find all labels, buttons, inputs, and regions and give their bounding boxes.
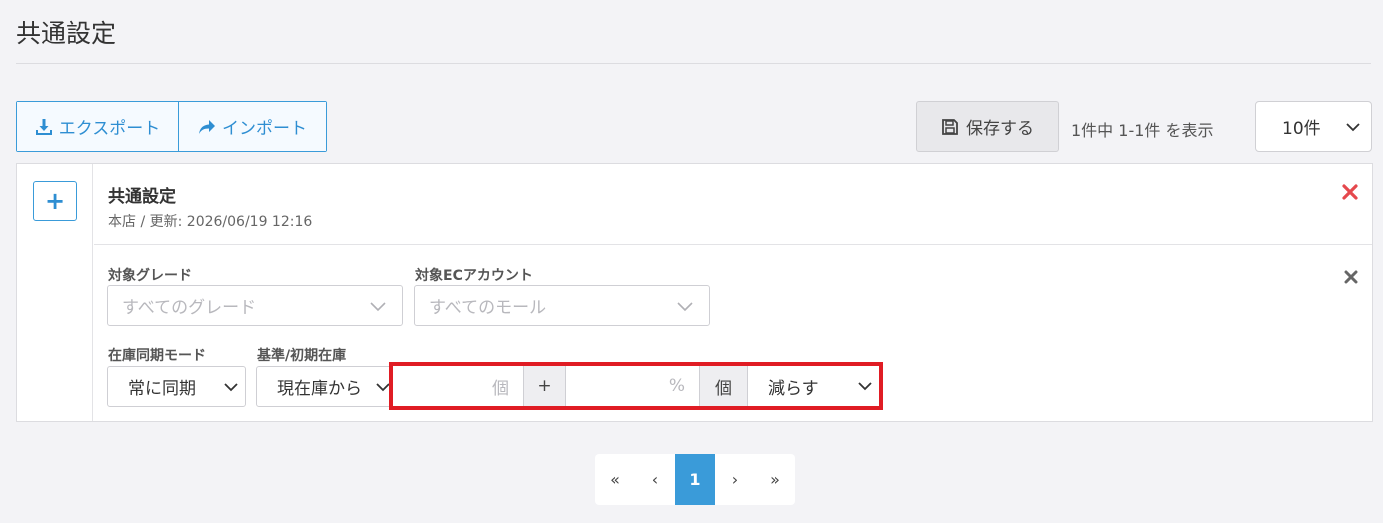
percent-placeholder: % xyxy=(668,376,685,396)
sync-mode-value: 常に同期 xyxy=(128,379,196,399)
base-stock-value: 現在庫から xyxy=(277,379,362,399)
page-prev[interactable]: ‹ xyxy=(635,454,675,505)
import-export-group: エクスポート インポート xyxy=(16,101,327,152)
quantity-placeholder: 個 xyxy=(492,378,509,399)
chevron-down-icon xyxy=(370,302,386,312)
chevron-down-icon xyxy=(677,302,693,312)
download-icon xyxy=(35,118,52,135)
save-label: 保存する xyxy=(966,119,1034,139)
unit-addon: 個 xyxy=(700,366,748,406)
save-button[interactable]: 保存する xyxy=(916,101,1059,152)
add-rule-button[interactable]: + xyxy=(33,181,77,221)
page-next[interactable]: › xyxy=(715,454,755,505)
percent-input[interactable]: % xyxy=(566,366,700,406)
account-placeholder: すべてのモール xyxy=(429,298,547,318)
grade-placeholder: すべてのグレード xyxy=(122,298,257,318)
export-button[interactable]: エクスポート xyxy=(17,102,179,151)
close-icon[interactable] xyxy=(1344,270,1358,284)
base-stock-select[interactable]: 現在庫から xyxy=(256,366,396,407)
chevron-down-icon xyxy=(224,383,238,392)
grade-select[interactable]: すべてのグレード xyxy=(107,285,403,326)
title-divider xyxy=(16,63,1371,64)
sync-mode-label: 在庫同期モード xyxy=(108,348,206,364)
grade-label: 対象グレード xyxy=(108,268,192,284)
import-button[interactable]: インポート xyxy=(179,102,326,151)
page-current[interactable]: 1 xyxy=(675,454,715,505)
card-subtitle: 本店 / 更新: 2026/06/19 12:16 xyxy=(108,214,313,230)
delete-icon[interactable] xyxy=(1342,184,1358,200)
chevron-down-icon xyxy=(858,382,872,391)
account-select[interactable]: すべてのモール xyxy=(414,285,710,326)
page-last[interactable]: » xyxy=(755,454,795,505)
card-header: 共通設定 本店 / 更新: 2026/06/19 12:16 xyxy=(94,164,1372,245)
account-label: 対象ECアカウント xyxy=(415,268,533,284)
page-first[interactable]: « xyxy=(595,454,635,505)
record-count: 1件中 1-1件 を表示 xyxy=(1071,121,1214,140)
highlight-box: 個 + % 個 減らす xyxy=(389,362,883,410)
direction-select[interactable]: 減らす xyxy=(748,366,879,406)
base-stock-label: 基準/初期在庫 xyxy=(257,348,347,364)
per-page-select[interactable]: 10件 xyxy=(1255,101,1372,152)
floppy-disk-icon xyxy=(942,118,958,135)
per-page-value: 10件 xyxy=(1282,119,1321,139)
sync-mode-select[interactable]: 常に同期 xyxy=(107,366,246,407)
pagination: « ‹ 1 › » xyxy=(595,454,795,505)
card-sidebar: + xyxy=(17,164,93,421)
import-label: インポート xyxy=(222,119,307,139)
direction-value: 減らす xyxy=(768,378,819,399)
page-title: 共通設定 xyxy=(16,19,117,48)
share-arrow-icon xyxy=(199,119,215,134)
adjust-input-group: 個 + % 個 減らす xyxy=(393,366,879,406)
card-title: 共通設定 xyxy=(108,187,176,207)
quantity-input[interactable]: 個 xyxy=(393,366,524,406)
export-label: エクスポート xyxy=(58,119,161,139)
chevron-down-icon xyxy=(1346,123,1360,132)
plus-addon: + xyxy=(524,366,566,406)
